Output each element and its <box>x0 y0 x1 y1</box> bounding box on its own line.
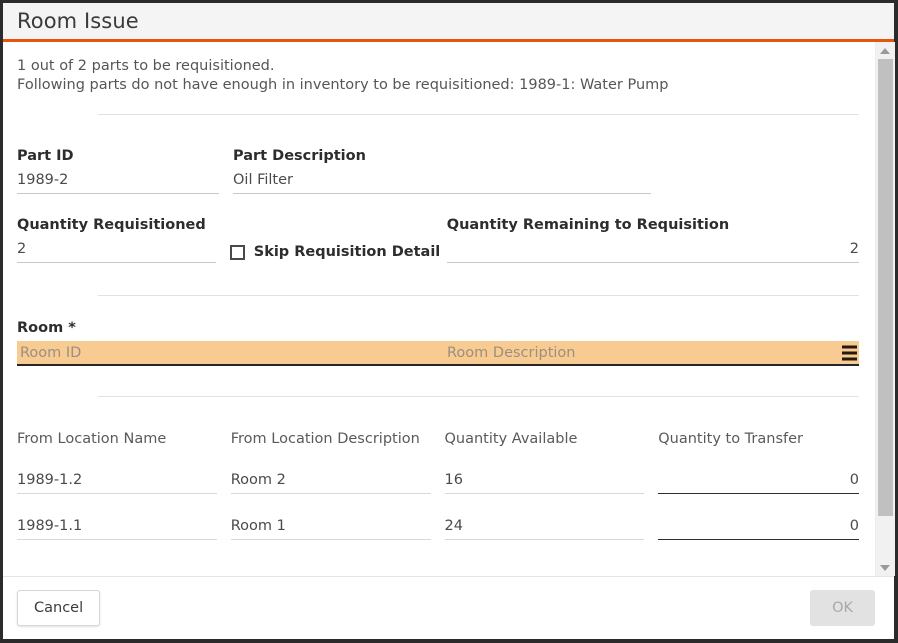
skip-requisition-checkbox-wrap[interactable]: Skip Requisition Detail <box>229 244 441 260</box>
skip-requisition-label: Skip Requisition Detail <box>253 244 441 260</box>
cell-quantity-to-transfer[interactable]: 0 <box>658 516 859 540</box>
quantity-to-transfer-input[interactable]: 0 <box>658 516 859 540</box>
cancel-button[interactable]: Cancel <box>17 590 101 626</box>
part-id-label: Part ID <box>17 148 74 164</box>
cell-quantity-available: 16 <box>444 470 645 494</box>
field-skip-requisition-detail[interactable]: Skip Requisition Detail <box>229 216 440 263</box>
room-id-placeholder[interactable]: Room ID <box>17 345 447 361</box>
field-quantity-requisitioned: Quantity Requisitioned 2 <box>17 216 216 263</box>
chevron-down-icon[interactable] <box>875 559 895 576</box>
room-lookup-field[interactable]: Room ID Room Description <box>17 341 859 366</box>
vertical-scrollbar[interactable] <box>875 42 895 576</box>
cell-value: 1989-1.2 <box>17 470 217 494</box>
cell-value: 24 <box>444 516 645 540</box>
location-table-header: From Location Name From Location Descrip… <box>17 430 859 448</box>
chevron-up-icon[interactable] <box>875 42 895 59</box>
divider-middle-top <box>98 295 859 296</box>
form-content: 1 out of 2 parts to be requisitioned. Fo… <box>3 42 875 576</box>
divider-middle-bottom <box>98 396 859 397</box>
divider-top <box>98 114 859 115</box>
skip-requisition-checkbox[interactable] <box>229 244 245 260</box>
cell-value: Room 2 <box>230 470 431 494</box>
dialog-body: 1 out of 2 parts to be requisitioned. Fo… <box>3 42 895 576</box>
info-message-line-2: Following parts do not have enough in in… <box>17 76 669 93</box>
part-description-value: Oil Filter <box>233 170 651 194</box>
cell-from-location-description: Room 1 <box>230 516 431 540</box>
field-quantity-remaining: Quantity Remaining to Requisition 2 <box>446 216 859 263</box>
part-id-value: 1989-2 <box>17 170 219 194</box>
part-description-label: Part Description <box>233 148 366 164</box>
column-from-location-name: From Location Name <box>17 430 217 448</box>
field-part-id: Part ID 1989-2 <box>17 147 219 194</box>
scrollbar-thumb[interactable] <box>877 59 893 516</box>
cell-from-location-description: Room 2 <box>230 470 431 494</box>
cell-quantity-available: 24 <box>444 516 645 540</box>
room-description-placeholder[interactable]: Room Description <box>447 345 575 361</box>
info-message-line-1: 1 out of 2 parts to be requisitioned. <box>17 58 275 74</box>
column-header-label: Quantity Available <box>444 431 578 447</box>
column-header-label: Quantity to Transfer <box>658 431 803 447</box>
cell-value: 16 <box>444 470 645 494</box>
room-section: Room * Room ID Room Description <box>17 320 859 366</box>
column-quantity-to-transfer: Quantity to Transfer <box>658 430 859 448</box>
dialog-footer: Cancel OK <box>3 576 894 639</box>
room-issue-dialog: Room Issue 1 out of 2 parts to be requis… <box>0 0 898 643</box>
quantity-row: Quantity Requisitioned 2 Skip Requisitio… <box>17 216 859 263</box>
table-row: 1989-1.2 Room 2 16 0 <box>17 470 859 494</box>
table-row: 1989-1.1 Room 1 24 0 <box>17 516 859 540</box>
quantity-requisitioned-value[interactable]: 2 <box>17 239 216 263</box>
quantity-to-transfer-input[interactable]: 0 <box>658 470 859 494</box>
quantity-remaining-label: Quantity Remaining to Requisition <box>446 217 730 233</box>
cell-value: Room 1 <box>230 516 431 540</box>
ok-button[interactable]: OK <box>810 590 875 626</box>
column-from-location-description: From Location Description <box>231 430 431 448</box>
field-part-description: Part Description Oil Filter <box>233 147 651 194</box>
cell-from-location-name: 1989-1.2 <box>17 470 217 494</box>
column-quantity-available: Quantity Available <box>445 430 645 448</box>
lookup-bar-2 <box>842 351 857 354</box>
cell-value: 1989-1.1 <box>17 516 217 540</box>
quantity-remaining-value: 2 <box>446 239 859 263</box>
cell-quantity-to-transfer[interactable]: 0 <box>658 470 859 494</box>
column-header-label: From Location Description <box>230 431 420 447</box>
part-row: Part ID 1989-2 Part Description Oil Filt… <box>17 147 859 194</box>
cell-from-location-name: 1989-1.1 <box>17 516 217 540</box>
quantity-requisitioned-label: Quantity Requisitioned <box>17 217 206 233</box>
scrollbar-track[interactable] <box>875 59 895 559</box>
dialog-title: Room Issue <box>17 9 139 33</box>
dialog-titlebar: Room Issue <box>3 3 894 42</box>
lookup-bar-1 <box>842 345 857 348</box>
lookup-bar-3 <box>842 357 857 360</box>
room-label: Room * <box>17 320 76 336</box>
list-lookup-icon[interactable] <box>842 343 857 362</box>
info-messages: 1 out of 2 parts to be requisitioned. Fo… <box>17 42 859 94</box>
column-header-label: From Location Name <box>17 431 167 447</box>
